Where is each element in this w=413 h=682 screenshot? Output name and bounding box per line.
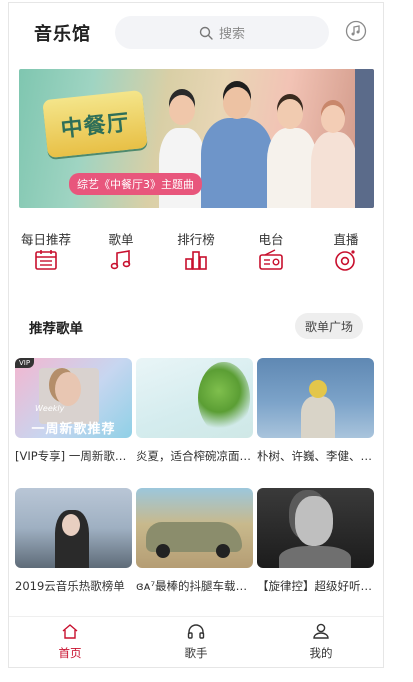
banner-person: [267, 128, 317, 208]
banner-person-head: [223, 87, 251, 119]
cover-wheel: [156, 544, 170, 558]
cover-wheel: [216, 544, 230, 558]
tab-mine[interactable]: 我的: [291, 623, 351, 661]
banner-person: [159, 128, 205, 208]
bar-chart-icon: [185, 251, 207, 270]
banner-person: [201, 118, 273, 208]
playlist-square-button[interactable]: 歌单广场: [295, 313, 363, 339]
app-title: 音乐馆: [34, 24, 91, 45]
playlist-caption: 【旋律控】超级好听的歌: [257, 579, 374, 593]
tab-home[interactable]: 首页: [40, 623, 100, 661]
playlist-cover: [15, 488, 132, 568]
cover-overlay-title: 一周新歌推荐: [31, 422, 116, 437]
banner-tag: 综艺《中餐厅3》主题曲: [69, 173, 202, 195]
cover-face: [295, 496, 333, 546]
playlist-card[interactable]: 朴树、许巍、李健、郑钧: [257, 358, 374, 464]
playlist-cover: [257, 488, 374, 568]
playlist-card[interactable]: 2019云音乐热歌榜单: [15, 488, 132, 594]
playlist-caption: 2019云音乐热歌榜单: [15, 579, 125, 593]
playlist-card[interactable]: VIP Weekly 一周新歌推荐 [VIP专享] 一周新歌推荐: [15, 358, 132, 464]
live-icon: [335, 250, 355, 271]
search-bar[interactable]: 搜索: [115, 16, 329, 49]
playlist-cover: VIP Weekly 一周新歌推荐: [15, 358, 132, 438]
cover-overlay-small: Weekly: [35, 404, 65, 413]
playlist-card[interactable]: ɞᴀ⁷最棒的抖腿车载音乐: [136, 488, 253, 594]
music-note-icon: [110, 250, 131, 270]
search-icon: [199, 26, 213, 40]
playlist-caption: [VIP专享] 一周新歌推荐: [15, 449, 132, 463]
cover-shoulders: [279, 546, 351, 568]
tab-label: 我的: [309, 646, 333, 660]
calendar-icon: [35, 250, 57, 270]
banner-logo: 中餐厅: [42, 89, 148, 159]
cover-figure: [301, 396, 335, 438]
section-title: 推荐歌单: [29, 321, 83, 337]
banner-person-head: [169, 95, 195, 125]
category-radio[interactable]: 电台: [241, 229, 301, 271]
banner-carousel[interactable]: 中餐厅 综艺《中餐厅3》主题曲: [19, 69, 374, 208]
cover-face: [55, 372, 81, 406]
category-daily[interactable]: 每日推荐: [16, 229, 76, 271]
playlist-cover: [136, 488, 253, 568]
app-frame: 音乐馆 搜索 中餐厅 综艺《中餐厅3》主题曲 每日推荐 歌单 排行榜 电台 直播…: [8, 2, 384, 668]
cover-leaves: [198, 362, 250, 434]
tab-label: 歌手: [184, 646, 208, 660]
category-playlist[interactable]: 歌单: [91, 229, 151, 271]
playlist-card[interactable]: 【旋律控】超级好听的歌: [257, 488, 374, 594]
banner-person-head: [321, 105, 345, 133]
home-icon: [62, 624, 78, 639]
category-label: 排行榜: [177, 232, 215, 247]
cover-face: [62, 514, 80, 536]
header: 音乐馆 搜索: [9, 3, 383, 61]
playlist-cover: [136, 358, 253, 438]
tab-label: 首页: [58, 646, 82, 660]
category-label: 直播: [333, 232, 359, 247]
category-charts[interactable]: 排行榜: [166, 229, 226, 271]
banner-person: [311, 132, 357, 208]
playlist-caption: ɞᴀ⁷最棒的抖腿车载音乐: [136, 579, 253, 593]
playlist-card[interactable]: 炎夏，适合榨碗凉面的歌: [136, 358, 253, 464]
banner-side-panel: [355, 69, 374, 208]
disc-icon[interactable]: [345, 20, 367, 42]
banner-person-head: [277, 99, 303, 129]
user-icon: [313, 623, 329, 639]
category-nav: 每日推荐 歌单 排行榜 电台 直播: [9, 229, 383, 279]
category-label: 每日推荐: [20, 232, 71, 247]
playlist-cover: [257, 358, 374, 438]
playlist-caption: 炎夏，适合榨碗凉面的歌: [136, 449, 253, 463]
category-label: 电台: [258, 232, 284, 247]
vip-badge: VIP: [15, 358, 35, 368]
radio-icon: [259, 249, 283, 270]
bottom-tab-bar: 首页 歌手 我的: [9, 616, 383, 667]
playlist-caption: 朴树、许巍、李健、郑钧: [257, 449, 374, 463]
category-label: 歌单: [108, 232, 134, 247]
category-live[interactable]: 直播: [316, 229, 376, 271]
search-placeholder: 搜索: [218, 27, 245, 42]
headphones-icon: [187, 624, 205, 639]
cover-balloon: [309, 380, 327, 398]
tab-singers[interactable]: 歌手: [166, 623, 226, 661]
